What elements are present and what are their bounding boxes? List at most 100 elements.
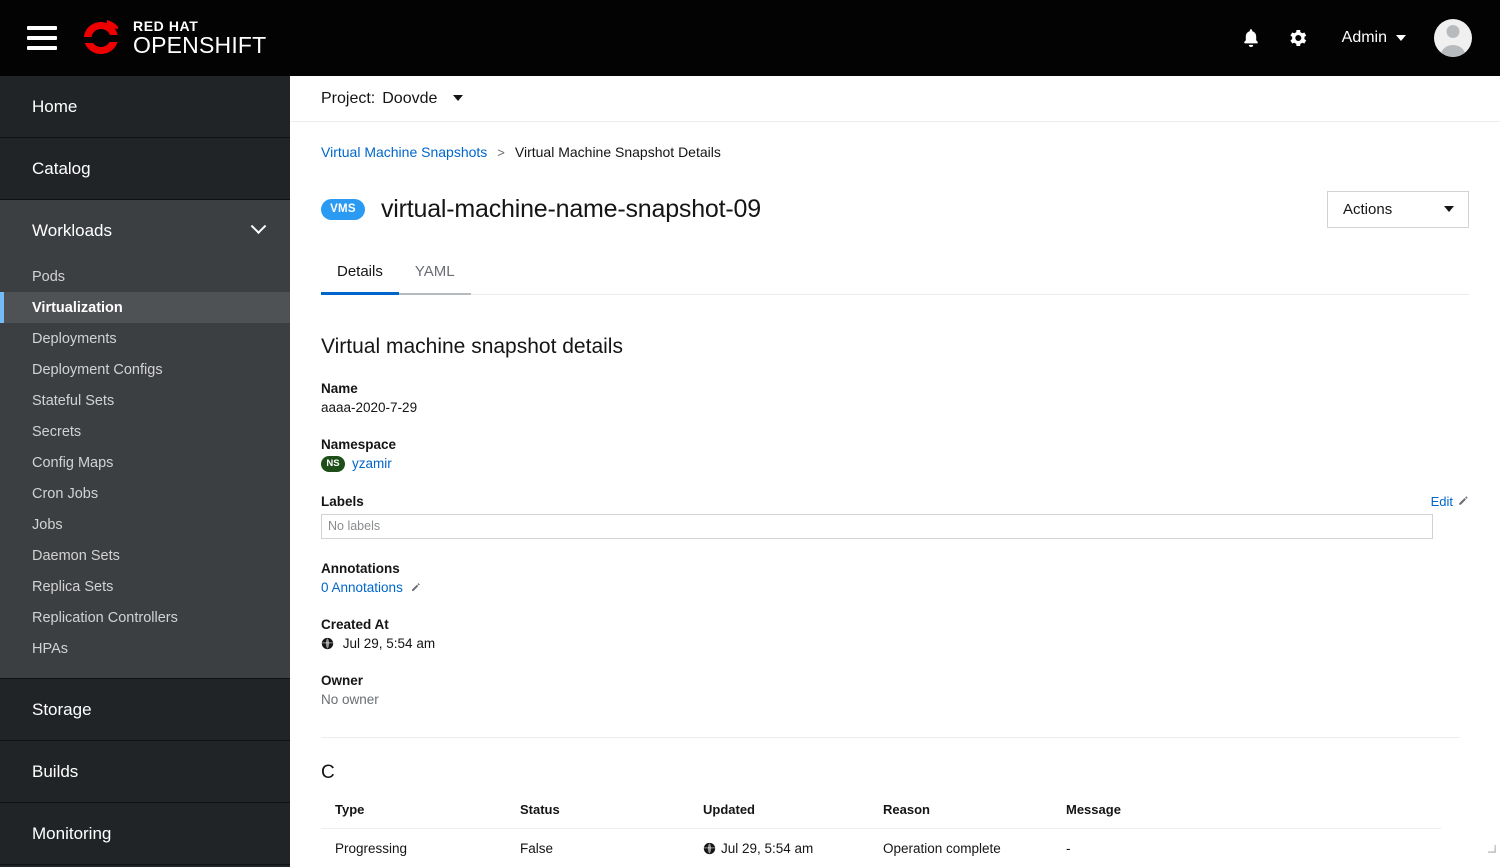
table-header-row: Type Status Updated Reason Message xyxy=(321,801,1441,829)
sidebar-item-builds[interactable]: Builds xyxy=(0,741,290,802)
avatar[interactable] xyxy=(1434,19,1472,57)
sidebar-item-stateful-sets[interactable]: Stateful Sets xyxy=(0,385,290,416)
sidebar-item-storage[interactable]: Storage xyxy=(0,679,290,740)
sidebar-item-monitoring[interactable]: Monitoring xyxy=(0,803,290,864)
pencil-icon[interactable] xyxy=(410,582,421,593)
project-bar: Project: Doovde xyxy=(290,76,1500,122)
sidebar-item-label: Monitoring xyxy=(32,823,112,843)
annotations-link[interactable]: 0 Annotations xyxy=(321,580,403,595)
sidebar-item-label: Storage xyxy=(32,699,92,719)
sidebar-section-storage: Storage xyxy=(0,679,290,741)
sidebar-item-virtualization[interactable]: Virtualization xyxy=(0,292,290,323)
masthead-actions: Admin xyxy=(1228,15,1500,61)
breadcrumb-separator-icon: > xyxy=(497,144,505,160)
column-header-message: Message xyxy=(1052,801,1441,829)
actions-button[interactable]: Actions xyxy=(1327,190,1469,228)
edit-labels-button[interactable]: Edit xyxy=(1431,494,1469,509)
field-created-at: Created At Jul 29, 5:54 am xyxy=(321,617,1469,651)
sidebar-section-home: Home xyxy=(0,76,290,138)
sidebar-item-label: Cron Jobs xyxy=(32,485,99,502)
sidebar-group-label: Workloads xyxy=(32,220,112,240)
sidebar-item-label: Secrets xyxy=(32,423,82,440)
tab-details[interactable]: Details xyxy=(321,262,399,295)
chevron-down-icon xyxy=(250,218,267,235)
labels-input[interactable]: No labels xyxy=(321,513,1433,539)
section-divider xyxy=(321,736,1460,738)
project-selector[interactable]: Doovde xyxy=(382,90,463,108)
actions-button-label: Actions xyxy=(1343,200,1393,218)
sidebar-item-label: Builds xyxy=(32,761,79,781)
field-label: Labels xyxy=(321,493,364,509)
sidebar-item-replication-controllers[interactable]: Replication Controllers xyxy=(0,602,290,633)
sidebar-item-label: Pods xyxy=(32,268,66,285)
sidebar-item-secrets[interactable]: Secrets xyxy=(0,416,290,447)
sidebar-item-replica-sets[interactable]: Replica Sets xyxy=(0,571,290,602)
column-header-type: Type xyxy=(321,801,506,829)
field-annotations: Annotations 0 Annotations xyxy=(321,561,1469,595)
sidebar-item-hpas[interactable]: HPAs xyxy=(0,633,290,664)
tab-label: YAML xyxy=(414,262,455,280)
cell-updated-value: Jul 29, 5:54 am xyxy=(721,840,814,856)
breadcrumb-link-parent[interactable]: Virtual Machine Snapshots xyxy=(321,144,487,160)
sidebar-item-label: Deployment Configs xyxy=(32,361,163,378)
sidebar-item-label: Home xyxy=(32,96,78,116)
table-row: Progressing False Jul 29, 5:54 am Operat… xyxy=(321,828,1441,867)
brand-logo[interactable]: RED HAT OPENSHIFT xyxy=(79,18,266,58)
sidebar-section-workloads: Workloads Pods Virtualization Deployment… xyxy=(0,200,290,679)
resize-handle[interactable] xyxy=(1487,844,1496,853)
cell-reason: Operation complete xyxy=(869,828,1052,867)
namespace-badge: NS xyxy=(321,455,345,472)
tab-yaml[interactable]: YAML xyxy=(398,262,471,295)
cell-status: False xyxy=(506,828,689,867)
hamburger-icon[interactable] xyxy=(27,26,57,50)
sidebar-item-label: Replica Sets xyxy=(32,578,114,595)
sidebar-item-deployments[interactable]: Deployments xyxy=(0,323,290,354)
tab-label: Details xyxy=(337,262,383,280)
section-title: Virtual machine snapshot details xyxy=(321,334,623,358)
sidebar-item-config-maps[interactable]: Config Maps xyxy=(0,447,290,478)
sidebar-item-daemon-sets[interactable]: Daemon Sets xyxy=(0,540,290,571)
status-badge: VMS xyxy=(321,198,365,220)
cell-updated: Jul 29, 5:54 am xyxy=(689,828,869,867)
field-name: Name aaaa-2020-7-29 xyxy=(321,381,1469,415)
sidebar-item-label: Deployments xyxy=(32,330,117,347)
bell-icon[interactable] xyxy=(1228,15,1274,61)
created-at-value: Jul 29, 5:54 am xyxy=(342,635,436,651)
breadcrumb-current: Virtual Machine Snapshot Details xyxy=(514,144,721,160)
edit-labels-label: Edit xyxy=(1430,493,1453,509)
sidebar-item-cron-jobs[interactable]: Cron Jobs xyxy=(0,478,290,509)
sidebar-item-catalog[interactable]: Catalog xyxy=(0,138,290,199)
field-label: Annotations xyxy=(321,560,400,576)
project-selector-value: Doovde xyxy=(382,89,438,107)
conditions-table: Type Status Updated Reason Message Progr… xyxy=(321,801,1441,867)
main-content: Project: Doovde Virtual Machine Snapshot… xyxy=(290,76,1500,867)
sidebar-group-workloads-toggle[interactable]: Workloads xyxy=(0,200,290,261)
sidebar-item-label: Catalog xyxy=(32,158,91,178)
namespace-link[interactable]: yzamir xyxy=(352,456,392,471)
page-title: virtual-machine-name-snapshot-09 xyxy=(381,194,761,223)
field-value: aaaa-2020-7-29 xyxy=(321,399,418,415)
sidebar-item-label: Daemon Sets xyxy=(32,547,120,564)
sidebar-item-deployment-configs[interactable]: Deployment Configs xyxy=(0,354,290,385)
field-label: Name xyxy=(321,380,358,396)
user-menu[interactable]: Admin xyxy=(1320,29,1418,47)
field-label: Namespace xyxy=(321,436,397,452)
globe-icon xyxy=(703,842,716,854)
sidebar-item-pods[interactable]: Pods xyxy=(0,261,290,292)
sidebar-item-jobs[interactable]: Jobs xyxy=(0,509,290,540)
brand-openshift-text: OPENSHIFT xyxy=(133,32,267,58)
project-label: Project: xyxy=(321,89,376,107)
caret-down-icon xyxy=(1444,206,1454,213)
sidebar-item-label: HPAs xyxy=(32,640,68,657)
sidebar-section-monitoring: Monitoring xyxy=(0,803,290,865)
chevron-down-icon xyxy=(1396,35,1406,41)
sidebar-item-home[interactable]: Home xyxy=(0,76,290,137)
globe-icon xyxy=(321,637,334,649)
field-label: Owner xyxy=(321,672,364,688)
pencil-icon xyxy=(1459,496,1468,505)
gear-icon[interactable] xyxy=(1274,15,1320,61)
field-owner: Owner No owner xyxy=(321,673,1469,707)
field-namespace: Namespace NS yzamir xyxy=(321,437,1469,472)
sidebar-item-label: Virtualization xyxy=(32,299,123,316)
cell-message: - xyxy=(1052,828,1441,867)
